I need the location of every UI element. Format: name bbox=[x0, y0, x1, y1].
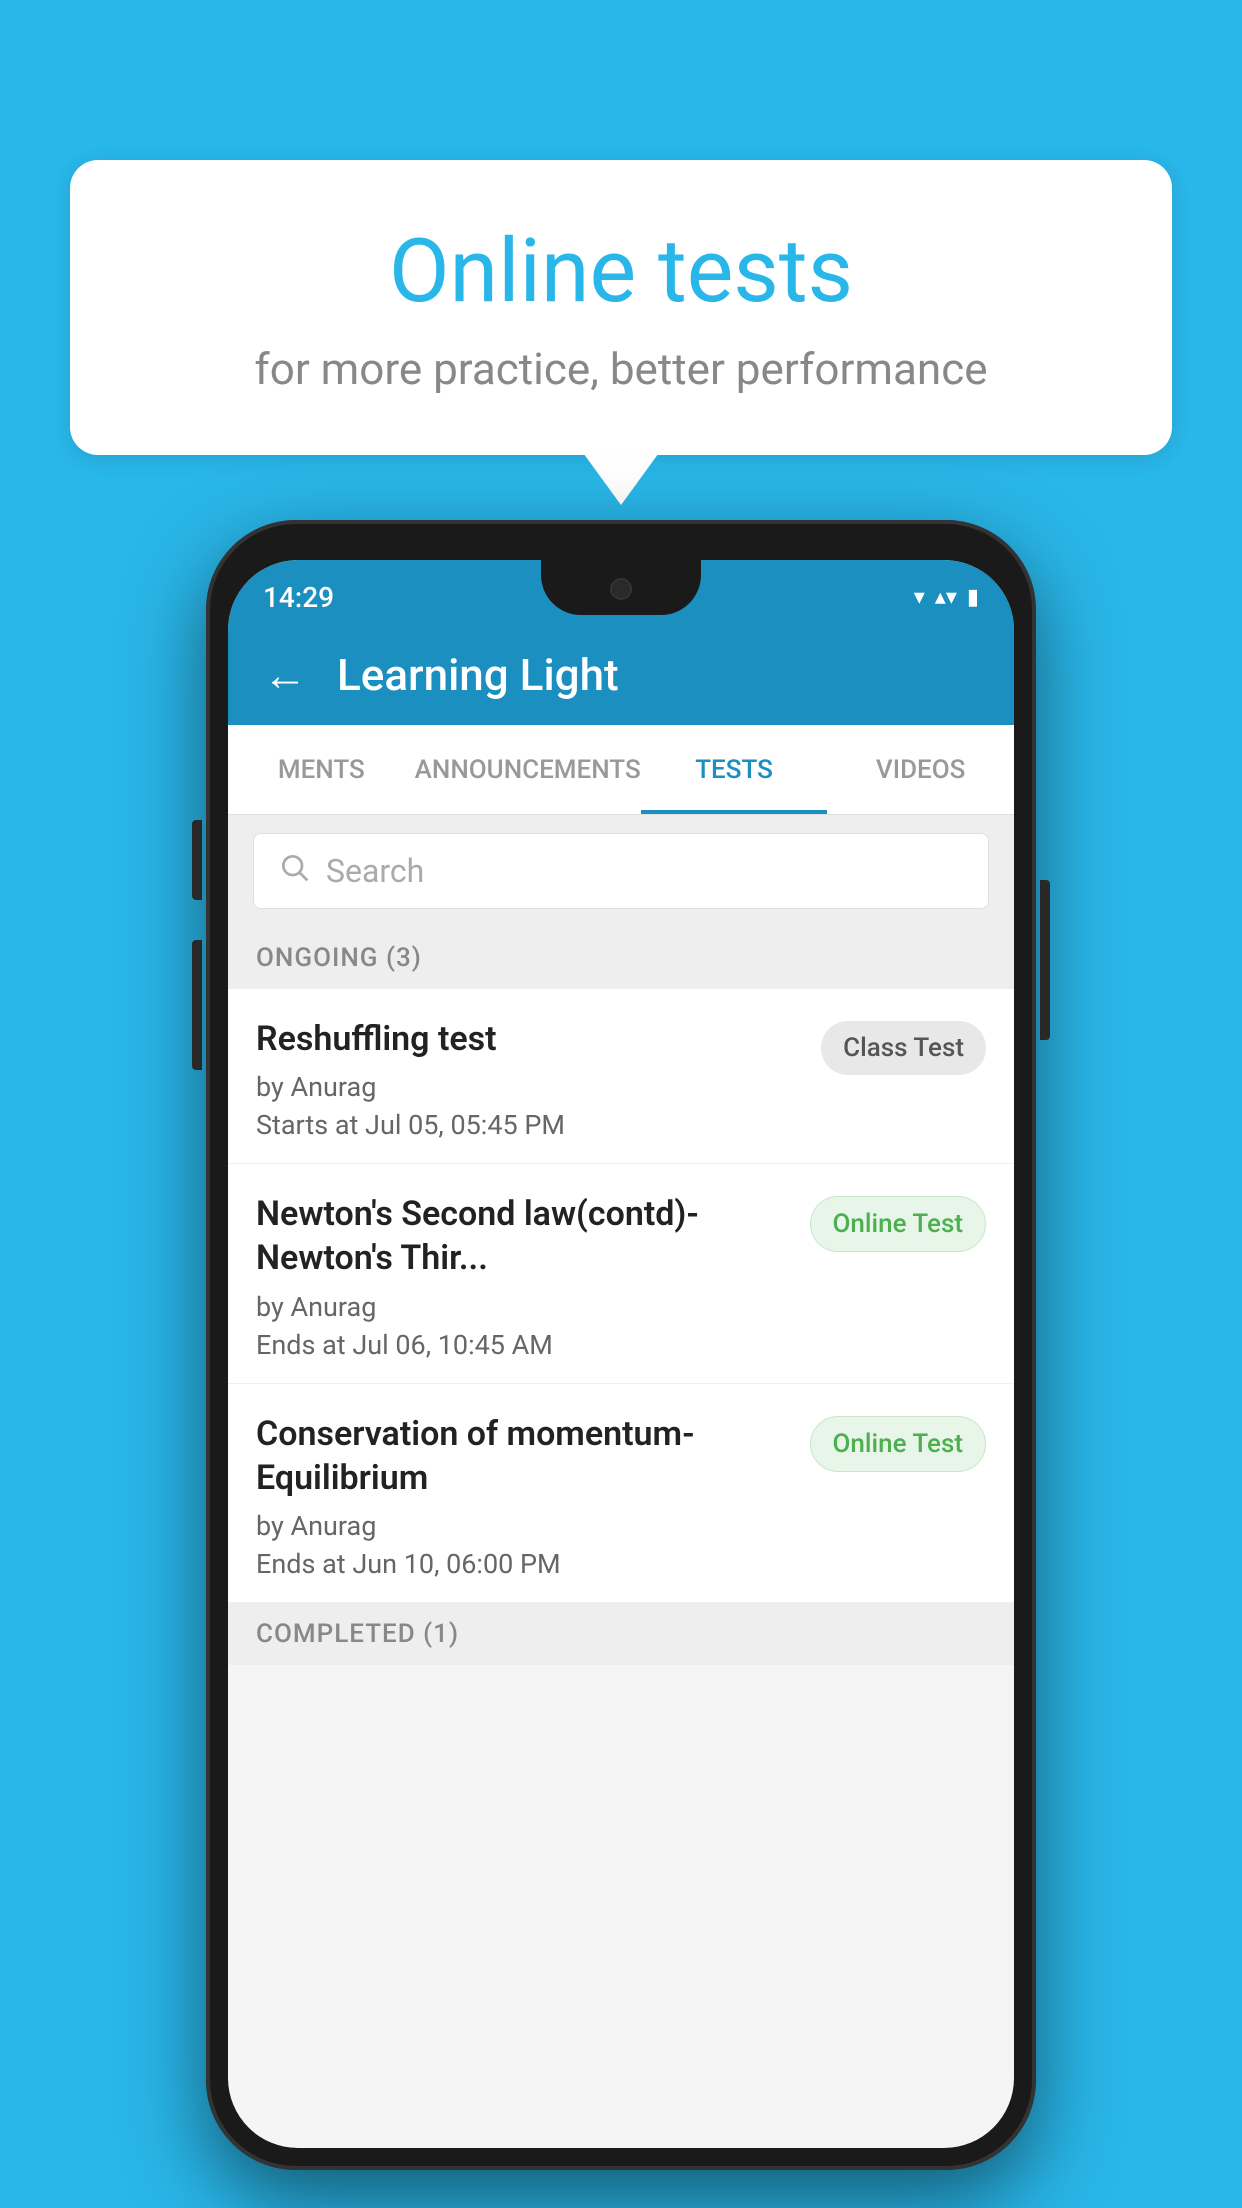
status-icons: ▾ ▴▾ ▮ bbox=[914, 585, 979, 610]
tab-announcements[interactable]: ANNOUNCEMENTS bbox=[415, 725, 641, 814]
phone-frame: 14:29 ▾ ▴▾ ▮ ← Learning Light MENTS ANNO… bbox=[206, 520, 1036, 2170]
bubble-title: Online tests bbox=[150, 220, 1092, 323]
tabs-bar: MENTS ANNOUNCEMENTS TESTS VIDEOS bbox=[228, 725, 1014, 815]
battery-icon: ▮ bbox=[967, 585, 979, 610]
search-bar[interactable]: Search bbox=[253, 833, 989, 909]
tab-tests[interactable]: TESTS bbox=[641, 725, 828, 814]
test-badge-online-conservation: Online Test bbox=[810, 1416, 987, 1472]
app-bar-title: Learning Light bbox=[337, 649, 619, 701]
test-date-newton: Ends at Jul 06, 10:45 AM bbox=[256, 1329, 790, 1361]
tab-videos[interactable]: VIDEOS bbox=[827, 725, 1014, 814]
wifi-icon: ▾ bbox=[914, 585, 925, 610]
phone-device: 14:29 ▾ ▴▾ ▮ ← Learning Light MENTS ANNO… bbox=[206, 520, 1036, 2170]
power-button bbox=[1040, 880, 1050, 1040]
test-info-newton: Newton's Second law(contd)-Newton's Thir… bbox=[256, 1192, 790, 1360]
test-info-reshuffling: Reshuffling test by Anurag Starts at Jul… bbox=[256, 1017, 801, 1141]
volume-down-button bbox=[192, 940, 202, 1070]
camera-dot bbox=[610, 578, 632, 600]
signal-icon: ▴▾ bbox=[935, 585, 957, 610]
test-list: Reshuffling test by Anurag Starts at Jul… bbox=[228, 989, 1014, 1603]
phone-screen: 14:29 ▾ ▴▾ ▮ ← Learning Light MENTS ANNO… bbox=[228, 560, 1014, 2148]
test-name-newton: Newton's Second law(contd)-Newton's Thir… bbox=[256, 1192, 790, 1280]
volume-up-button bbox=[192, 820, 202, 900]
search-container: Search bbox=[228, 815, 1014, 927]
test-date-conservation: Ends at Jun 10, 06:00 PM bbox=[256, 1548, 790, 1580]
back-button[interactable]: ← bbox=[263, 649, 307, 701]
bubble-subtitle: for more practice, better performance bbox=[150, 343, 1092, 395]
test-author-newton: by Anurag bbox=[256, 1291, 790, 1323]
search-icon bbox=[278, 850, 310, 892]
ongoing-label: ONGOING (3) bbox=[256, 943, 422, 973]
speech-bubble: Online tests for more practice, better p… bbox=[70, 160, 1172, 455]
completed-label: COMPLETED (1) bbox=[256, 1619, 459, 1649]
test-badge-online-newton: Online Test bbox=[810, 1196, 987, 1252]
phone-notch bbox=[541, 560, 701, 615]
test-date-reshuffling: Starts at Jul 05, 05:45 PM bbox=[256, 1109, 801, 1141]
tab-ments[interactable]: MENTS bbox=[228, 725, 415, 814]
test-author-conservation: by Anurag bbox=[256, 1510, 790, 1542]
test-item-reshuffling[interactable]: Reshuffling test by Anurag Starts at Jul… bbox=[228, 989, 1014, 1164]
test-item-newton[interactable]: Newton's Second law(contd)-Newton's Thir… bbox=[228, 1164, 1014, 1383]
test-info-conservation: Conservation of momentum-Equilibrium by … bbox=[256, 1412, 790, 1580]
test-author-reshuffling: by Anurag bbox=[256, 1071, 801, 1103]
status-time: 14:29 bbox=[263, 581, 334, 614]
test-item-conservation[interactable]: Conservation of momentum-Equilibrium by … bbox=[228, 1384, 1014, 1603]
completed-section-header: COMPLETED (1) bbox=[228, 1603, 1014, 1665]
test-name-conservation: Conservation of momentum-Equilibrium bbox=[256, 1412, 790, 1500]
ongoing-section-header: ONGOING (3) bbox=[228, 927, 1014, 989]
search-input[interactable]: Search bbox=[326, 852, 424, 890]
test-name-reshuffling: Reshuffling test bbox=[256, 1017, 801, 1061]
app-bar: ← Learning Light bbox=[228, 625, 1014, 725]
test-badge-class: Class Test bbox=[821, 1021, 986, 1075]
